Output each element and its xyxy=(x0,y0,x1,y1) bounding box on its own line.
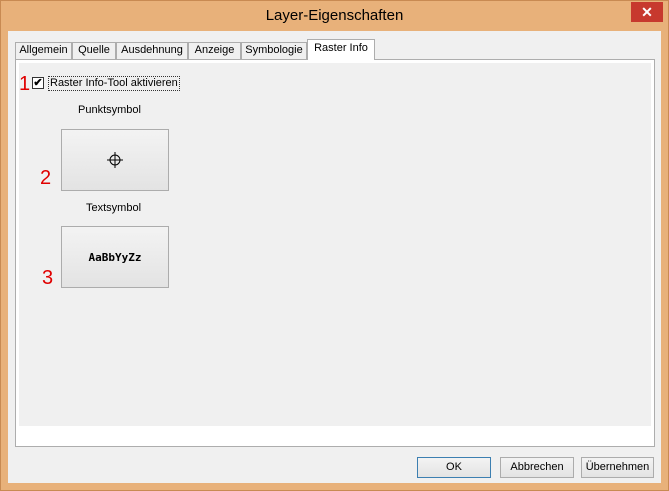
annotation-1: 1 xyxy=(19,73,31,95)
window-title: Layer-Eigenschaften xyxy=(265,7,404,24)
tab-ausdehnung[interactable]: Ausdehnung xyxy=(116,42,188,59)
tab-panel-raster-info: ✔ Raster Info-Tool aktivieren Punktsymbo… xyxy=(15,59,655,447)
tab-raster-info[interactable]: Raster Info xyxy=(307,39,375,60)
ok-button[interactable]: OK xyxy=(417,457,491,478)
crosshair-icon xyxy=(107,152,123,168)
tab-symbologie[interactable]: Symbologie xyxy=(241,42,307,59)
enable-raster-info-label[interactable]: Raster Info-Tool aktivieren xyxy=(48,76,180,91)
apply-button[interactable]: Übernehmen xyxy=(581,457,654,478)
text-symbol-label: Textsymbol xyxy=(86,202,142,214)
point-symbol-button[interactable] xyxy=(61,129,169,191)
tab-allgemein[interactable]: Allgemein xyxy=(15,42,72,59)
dialog-client-area: Allgemein Quelle Ausdehnung Anzeige Symb… xyxy=(8,31,661,483)
panel-content: ✔ Raster Info-Tool aktivieren Punktsymbo… xyxy=(19,63,651,426)
text-symbol-sample: AaBbYyZz xyxy=(88,251,142,264)
cancel-button[interactable]: Abbrechen xyxy=(500,457,574,478)
enable-raster-info-checkbox[interactable]: ✔ xyxy=(32,77,44,89)
text-symbol-button[interactable]: AaBbYyZz xyxy=(61,226,169,288)
title-bar[interactable]: Layer-Eigenschaften ✕ xyxy=(1,1,668,31)
annotation-3: 3 xyxy=(42,267,54,289)
close-button[interactable]: ✕ xyxy=(631,2,663,22)
point-symbol-label: Punktsymbol xyxy=(78,104,141,116)
tab-quelle[interactable]: Quelle xyxy=(72,42,116,59)
annotation-2: 2 xyxy=(40,167,52,189)
tab-anzeige[interactable]: Anzeige xyxy=(188,42,241,59)
dialog-window: Layer-Eigenschaften ✕ Allgemein Quelle A… xyxy=(0,0,669,491)
